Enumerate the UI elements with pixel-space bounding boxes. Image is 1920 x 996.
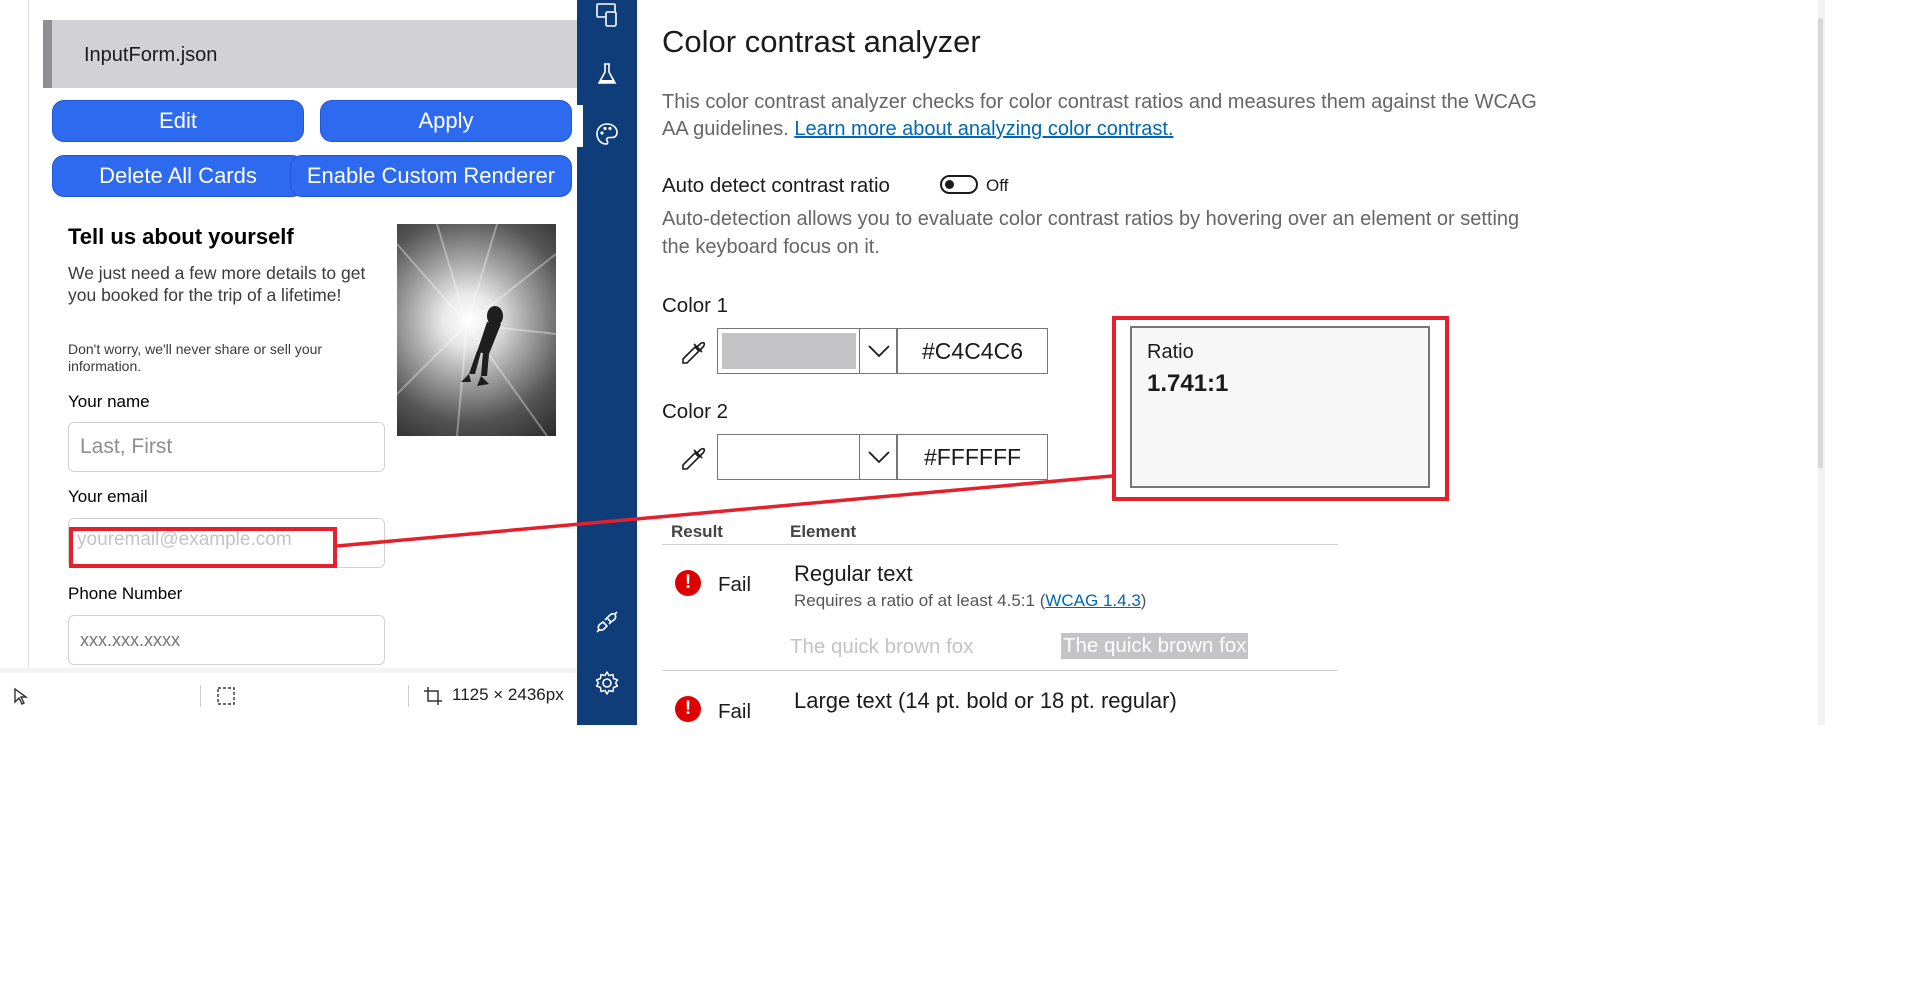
status-divider xyxy=(408,685,409,707)
marquee-select-icon[interactable] xyxy=(216,686,236,711)
form-note: Don't worry, we'll never share or sell y… xyxy=(68,341,323,374)
gear-icon[interactable] xyxy=(592,668,622,698)
color1-swatch-dropdown[interactable] xyxy=(717,328,897,374)
element-title: Regular text xyxy=(794,561,913,586)
name-placeholder: Last, First xyxy=(80,435,173,458)
fail-icon: ! xyxy=(675,570,701,596)
panel-divider xyxy=(28,0,29,668)
apply-button[interactable]: Apply xyxy=(320,100,572,142)
file-name: InputForm.json xyxy=(84,44,218,66)
flask-icon[interactable] xyxy=(592,59,622,89)
name-input[interactable]: Last, First xyxy=(68,422,385,472)
toggle-knob xyxy=(945,180,954,189)
edit-button[interactable]: Edit xyxy=(52,100,304,142)
analyzer-title: Color contrast analyzer xyxy=(662,24,981,59)
plug-icon[interactable] xyxy=(592,607,622,637)
sample-text-light: The quick brown fox xyxy=(790,635,974,658)
phone-placeholder: xxx.xxx.xxxx xyxy=(80,629,181,650)
toggle-state: Off xyxy=(986,176,1009,195)
color1-swatch xyxy=(722,333,856,369)
status-divider xyxy=(200,685,201,707)
active-tool-marker xyxy=(577,105,583,147)
tool-strip xyxy=(577,0,637,725)
crop-icon xyxy=(423,686,443,711)
element-requirement: Requires a ratio of at least 4.5:1 (WCAG… xyxy=(794,591,1146,611)
auto-detect-description: Auto-detection allows you to evaluate co… xyxy=(662,208,1520,258)
color2-swatch xyxy=(722,439,856,475)
email-label: Your email xyxy=(68,487,148,506)
device-status-bar: 1125 × 2436px xyxy=(0,673,577,725)
select-element-icon[interactable] xyxy=(12,687,30,710)
eyedropper-icon[interactable] xyxy=(678,444,708,474)
phone-input[interactable]: xxx.xxx.xxxx xyxy=(68,615,385,665)
result-status: Fail xyxy=(718,573,752,596)
color2-hex-input[interactable]: #FFFFFF xyxy=(897,434,1048,480)
chevron-down-icon[interactable] xyxy=(859,329,898,373)
device-dimensions: 1125 × 2436px xyxy=(452,685,564,704)
delete-all-cards-button[interactable]: Delete All Cards xyxy=(52,155,304,197)
chevron-down-icon[interactable] xyxy=(859,435,898,479)
learn-more-link[interactable]: Learn more about analyzing color contras… xyxy=(794,118,1173,140)
form-description: We just need a few more details to get y… xyxy=(68,263,366,305)
enable-custom-renderer-button[interactable]: Enable Custom Renderer xyxy=(290,155,572,197)
email-highlight xyxy=(69,527,337,568)
fail-icon: ! xyxy=(675,696,701,722)
diver-photo xyxy=(397,224,556,436)
name-label: Your name xyxy=(68,392,150,411)
eyedropper-icon[interactable] xyxy=(678,338,708,368)
color2-label: Color 2 xyxy=(662,400,729,423)
result-row-2: ! Fail Large text (14 pt. bold or 18 pt.… xyxy=(662,671,1822,725)
color1-hex-input[interactable]: #C4C4C6 xyxy=(897,328,1048,374)
analyzer-intro: This color contrast analyzer checks for … xyxy=(662,89,1542,143)
results-divider xyxy=(662,544,1338,545)
auto-detect-label: Auto detect contrast ratio xyxy=(662,174,890,197)
auto-detect-toggle[interactable] xyxy=(940,175,978,194)
results-header-result: Result xyxy=(671,522,723,541)
palette-icon[interactable] xyxy=(592,119,622,149)
scrollbar-thumb[interactable] xyxy=(1818,18,1823,468)
file-header[interactable]: InputForm.json xyxy=(43,20,577,88)
results-header-element: Element xyxy=(790,522,857,541)
color2-swatch-dropdown[interactable] xyxy=(717,434,897,480)
result-status: Fail xyxy=(718,700,752,723)
sample-text-inverse: The quick brown fox xyxy=(1061,633,1249,659)
form-title: Tell us about yourself xyxy=(68,224,294,249)
devices-icon[interactable] xyxy=(592,0,622,30)
phone-label: Phone Number xyxy=(68,584,183,603)
color1-label: Color 1 xyxy=(662,294,729,317)
requirement-text: Requires a ratio of at least 4.5:1 ( xyxy=(794,591,1046,610)
wcag-link[interactable]: WCAG 1.4.3 xyxy=(1045,591,1140,610)
requirement-suffix: ) xyxy=(1140,591,1147,610)
card-preview-panel: InputForm.json Edit Apply Delete All Car… xyxy=(0,0,577,725)
element-title: Large text (14 pt. bold or 18 pt. regula… xyxy=(794,688,1177,713)
ratio-highlight xyxy=(1112,316,1449,501)
